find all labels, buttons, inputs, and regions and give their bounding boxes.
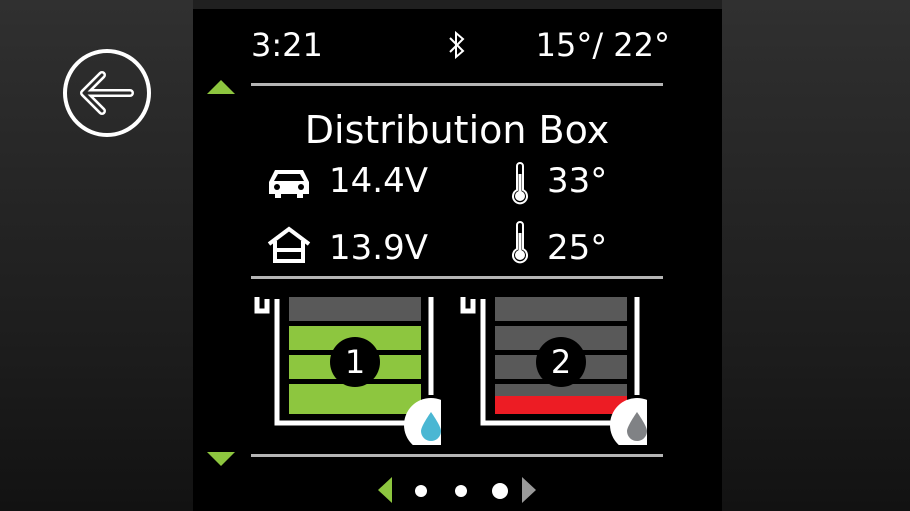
page-dot[interactable] [455,485,467,497]
divider-bottom [251,454,663,457]
tank-1[interactable]: 1 [251,295,441,445]
thermometer-icon [509,162,531,210]
scroll-down-arrow-icon[interactable] [207,452,235,466]
divider-top [251,83,663,86]
left-panel [0,0,193,511]
page-prev-arrow-icon[interactable] [378,477,392,503]
vehicle-temperature: 33° [547,161,608,201]
car-icon [267,166,311,204]
page-next-arrow-icon[interactable] [522,477,536,503]
tank-2[interactable]: 2 [457,295,647,445]
tank-1-level-bar [289,396,421,414]
page-dot[interactable] [415,485,427,497]
tank-2-number: 2 [536,337,586,387]
page-dot-active[interactable] [492,483,508,499]
status-temperatures: 15°/ 22° [535,26,670,64]
house-temperature: 25° [547,228,608,268]
thermometer-icon [509,221,531,269]
page-title: Distribution Box [304,108,610,152]
arrow-left-circle-icon [63,49,151,137]
right-panel [722,0,910,511]
vehicle-voltage: 14.4V [329,161,428,201]
bluetooth-icon [447,9,471,79]
status-time: 3:21 [251,26,323,64]
tank-1-number: 1 [330,337,380,387]
house-icon [267,226,311,268]
tank-2-level-bar [495,396,627,414]
house-voltage: 13.9V [329,228,428,268]
tank-1-level-bar [289,297,421,321]
back-button[interactable] [62,48,152,138]
display-screen: 3:21 15°/ 22° Distribution Box 14.4V 33° [193,9,722,511]
scroll-up-arrow-icon[interactable] [207,80,235,94]
tank-2-level-bar [495,297,627,321]
page-indicator [378,475,538,505]
divider-middle [251,276,663,279]
